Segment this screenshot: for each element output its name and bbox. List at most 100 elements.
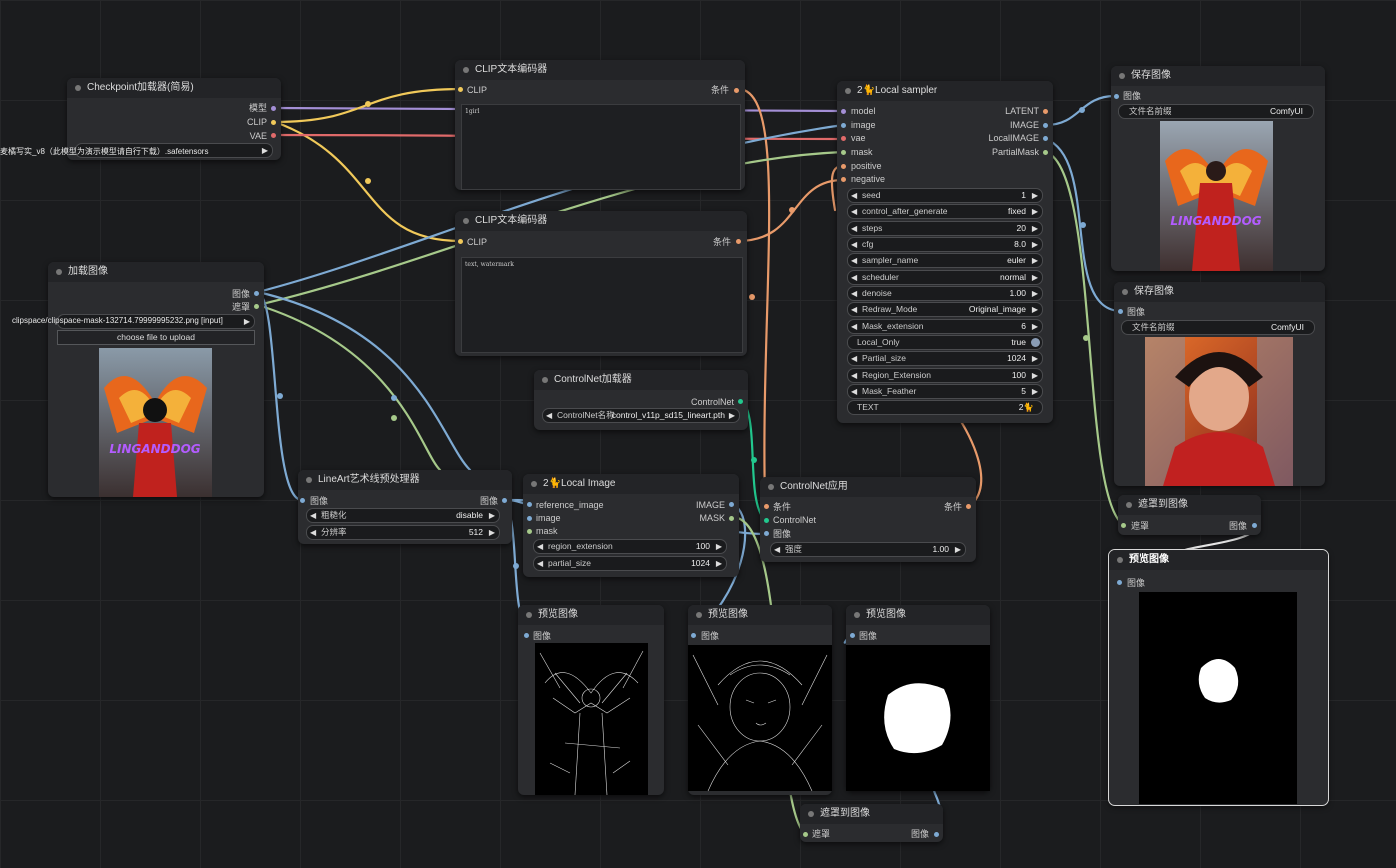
coarse-combo[interactable]: ◀ 粗糙化 disable ▶: [306, 508, 500, 523]
save-image-node-1[interactable]: 保存图像 图像 文件名前缀 ComfyUI LINGANDDOG: [1111, 66, 1325, 271]
partial-size-number[interactable]: ◀ partial_size 1024 ▶: [533, 556, 727, 571]
output-mask-pin[interactable]: [729, 516, 734, 521]
input-vae-pin[interactable]: [841, 136, 846, 141]
seed-widget[interactable]: ◀ seed 1 ▶: [847, 188, 1043, 203]
input-image-pin[interactable]: [300, 498, 305, 503]
node-header[interactable]: 2🐈Local sampler: [837, 81, 1053, 101]
mask-to-image-node-2[interactable]: 遮罩到图像 遮罩 图像: [800, 804, 943, 842]
node-header[interactable]: 预览图像: [688, 605, 832, 625]
partial-size-widget[interactable]: ◀ Partial_size 1024 ▶: [847, 351, 1043, 366]
clip-text-encode-node-negative[interactable]: CLIP文本编码器 CLIP 条件 text, watermark: [455, 211, 747, 356]
node-header[interactable]: 遮罩到图像: [1118, 495, 1261, 515]
collapse-dot-icon[interactable]: [306, 477, 312, 483]
save-image-node-2[interactable]: 保存图像 图像 文件名前缀 ComfyUI: [1114, 282, 1325, 486]
arrow-right-icon[interactable]: ▶: [729, 409, 735, 422]
arrow-left-icon[interactable]: ◀: [310, 509, 316, 522]
input-controlnet-pin[interactable]: [764, 518, 769, 523]
arrow-right-icon[interactable]: ▶: [1032, 352, 1038, 365]
input-clip-pin[interactable]: [458, 239, 463, 244]
input-model-pin[interactable]: [841, 109, 846, 114]
input-reference-pin[interactable]: [527, 502, 532, 507]
arrow-left-icon[interactable]: ◀: [851, 271, 857, 284]
node-header[interactable]: 预览图像: [1109, 550, 1328, 570]
control-after-generate-widget[interactable]: ◀ control_after_generate fixed ▶: [847, 204, 1043, 219]
arrow-left-icon[interactable]: ◀: [851, 222, 857, 235]
arrow-right-icon[interactable]: ▶: [1032, 271, 1038, 284]
node-header[interactable]: CLIP文本编码器: [455, 60, 745, 80]
region-extension-widget[interactable]: ◀ Region_Extension 100 ▶: [847, 368, 1043, 383]
arrow-left-icon[interactable]: ◀: [774, 543, 780, 556]
input-image-pin[interactable]: [524, 633, 529, 638]
output-image-pin[interactable]: [729, 502, 734, 507]
arrow-right-icon[interactable]: ▶: [1032, 205, 1038, 218]
output-model-pin[interactable]: [271, 106, 276, 111]
collapse-dot-icon[interactable]: [1122, 289, 1128, 295]
prompt-textarea[interactable]: text, watermark: [461, 257, 743, 353]
arrow-left-icon[interactable]: ◀: [851, 385, 857, 398]
arrow-right-icon[interactable]: ▶: [1032, 254, 1038, 267]
controlnet-apply-node[interactable]: ControlNet应用 条件 ControlNet 图像 条件 ◀ 强度 1.00…: [760, 477, 976, 562]
output-image-pin[interactable]: [934, 832, 939, 837]
node-header[interactable]: 遮罩到图像: [800, 804, 943, 824]
input-mask-pin[interactable]: [841, 150, 846, 155]
denoise-widget[interactable]: ◀ denoise 1.00 ▶: [847, 286, 1043, 301]
output-partialmask-pin[interactable]: [1043, 150, 1048, 155]
output-cond-pin[interactable]: [736, 239, 741, 244]
mask-to-image-node-1[interactable]: 遮罩到图像 遮罩 图像: [1118, 495, 1261, 535]
output-image-pin[interactable]: [254, 291, 259, 296]
output-localimage-pin[interactable]: [1043, 136, 1048, 141]
arrow-right-icon[interactable]: ▶: [716, 557, 722, 570]
arrow-left-icon[interactable]: ◀: [537, 540, 543, 553]
filename-prefix-widget[interactable]: 文件名前缀 ComfyUI: [1121, 320, 1315, 335]
input-image-pin[interactable]: [764, 531, 769, 536]
input-image-pin[interactable]: [841, 123, 846, 128]
arrow-right-icon[interactable]: ▶: [1032, 238, 1038, 251]
collapse-dot-icon[interactable]: [526, 612, 532, 618]
arrow-right-icon[interactable]: ▶: [489, 526, 495, 539]
arrow-left-icon[interactable]: ◀: [851, 320, 857, 333]
arrow-left-icon[interactable]: ◀: [851, 254, 857, 267]
steps-widget[interactable]: ◀ steps 20 ▶: [847, 221, 1043, 236]
node-header[interactable]: 保存图像: [1111, 66, 1325, 86]
clip-text-encode-node-positive[interactable]: CLIP文本编码器 CLIP 条件 1girl: [455, 60, 745, 190]
arrow-left-icon[interactable]: ◀: [546, 409, 552, 422]
arrow-left-icon[interactable]: ◀: [851, 287, 857, 300]
node-header[interactable]: LineArt艺术线预处理器: [298, 470, 512, 490]
collapse-dot-icon[interactable]: [463, 218, 469, 224]
arrow-left-icon[interactable]: ◀: [310, 526, 316, 539]
node-header[interactable]: ControlNet应用: [760, 477, 976, 497]
local-image-node[interactable]: 2🐈Local Image reference_image image mask…: [523, 474, 739, 577]
collapse-dot-icon[interactable]: [542, 377, 548, 383]
arrow-right-icon[interactable]: ▶: [1032, 385, 1038, 398]
arrow-left-icon[interactable]: ◀: [851, 205, 857, 218]
arrow-right-icon[interactable]: ▶: [1032, 303, 1038, 316]
arrow-left-icon[interactable]: ◀: [851, 369, 857, 382]
controlnet-loader-node[interactable]: ControlNet加载器 ControlNet ◀ ControlNet名称 co…: [534, 370, 748, 430]
preview-image-node-local-lineart[interactable]: 预览图像 图像: [688, 605, 832, 795]
node-header[interactable]: Checkpoint加载器(简易): [67, 78, 281, 98]
output-vae-pin[interactable]: [271, 133, 276, 138]
arrow-left-icon[interactable]: ◀: [851, 303, 857, 316]
output-cond-pin[interactable]: [734, 88, 739, 93]
arrow-right-icon[interactable]: ▶: [244, 315, 250, 328]
input-image-pin[interactable]: [850, 633, 855, 638]
node-header[interactable]: 加载图像: [48, 262, 264, 282]
node-header[interactable]: 预览图像: [518, 605, 664, 625]
collapse-dot-icon[interactable]: [1117, 557, 1123, 563]
arrow-right-icon[interactable]: ▶: [1032, 189, 1038, 202]
output-clip-pin[interactable]: [271, 120, 276, 125]
text-widget[interactable]: TEXT 2🐈: [847, 400, 1043, 415]
arrow-right-icon[interactable]: ▶: [1032, 320, 1038, 333]
output-controlnet-pin[interactable]: [738, 399, 743, 404]
arrow-left-icon[interactable]: ◀: [537, 557, 543, 570]
load-image-node[interactable]: 加载图像 图像 遮罩 ▶ choose file to upload LINGA…: [48, 262, 264, 497]
output-image-pin[interactable]: [1043, 123, 1048, 128]
upload-button[interactable]: choose file to upload: [57, 330, 255, 345]
mask-feather-widget[interactable]: ◀ Mask_Feather 5 ▶: [847, 384, 1043, 399]
prompt-textarea[interactable]: 1girl: [461, 104, 741, 190]
collapse-dot-icon[interactable]: [854, 612, 860, 618]
region-extension-number[interactable]: ◀ region_extension 100 ▶: [533, 539, 727, 554]
arrow-left-icon[interactable]: ◀: [851, 352, 857, 365]
node-header[interactable]: CLIP文本编码器: [455, 211, 747, 231]
input-mask-pin[interactable]: [803, 832, 808, 837]
